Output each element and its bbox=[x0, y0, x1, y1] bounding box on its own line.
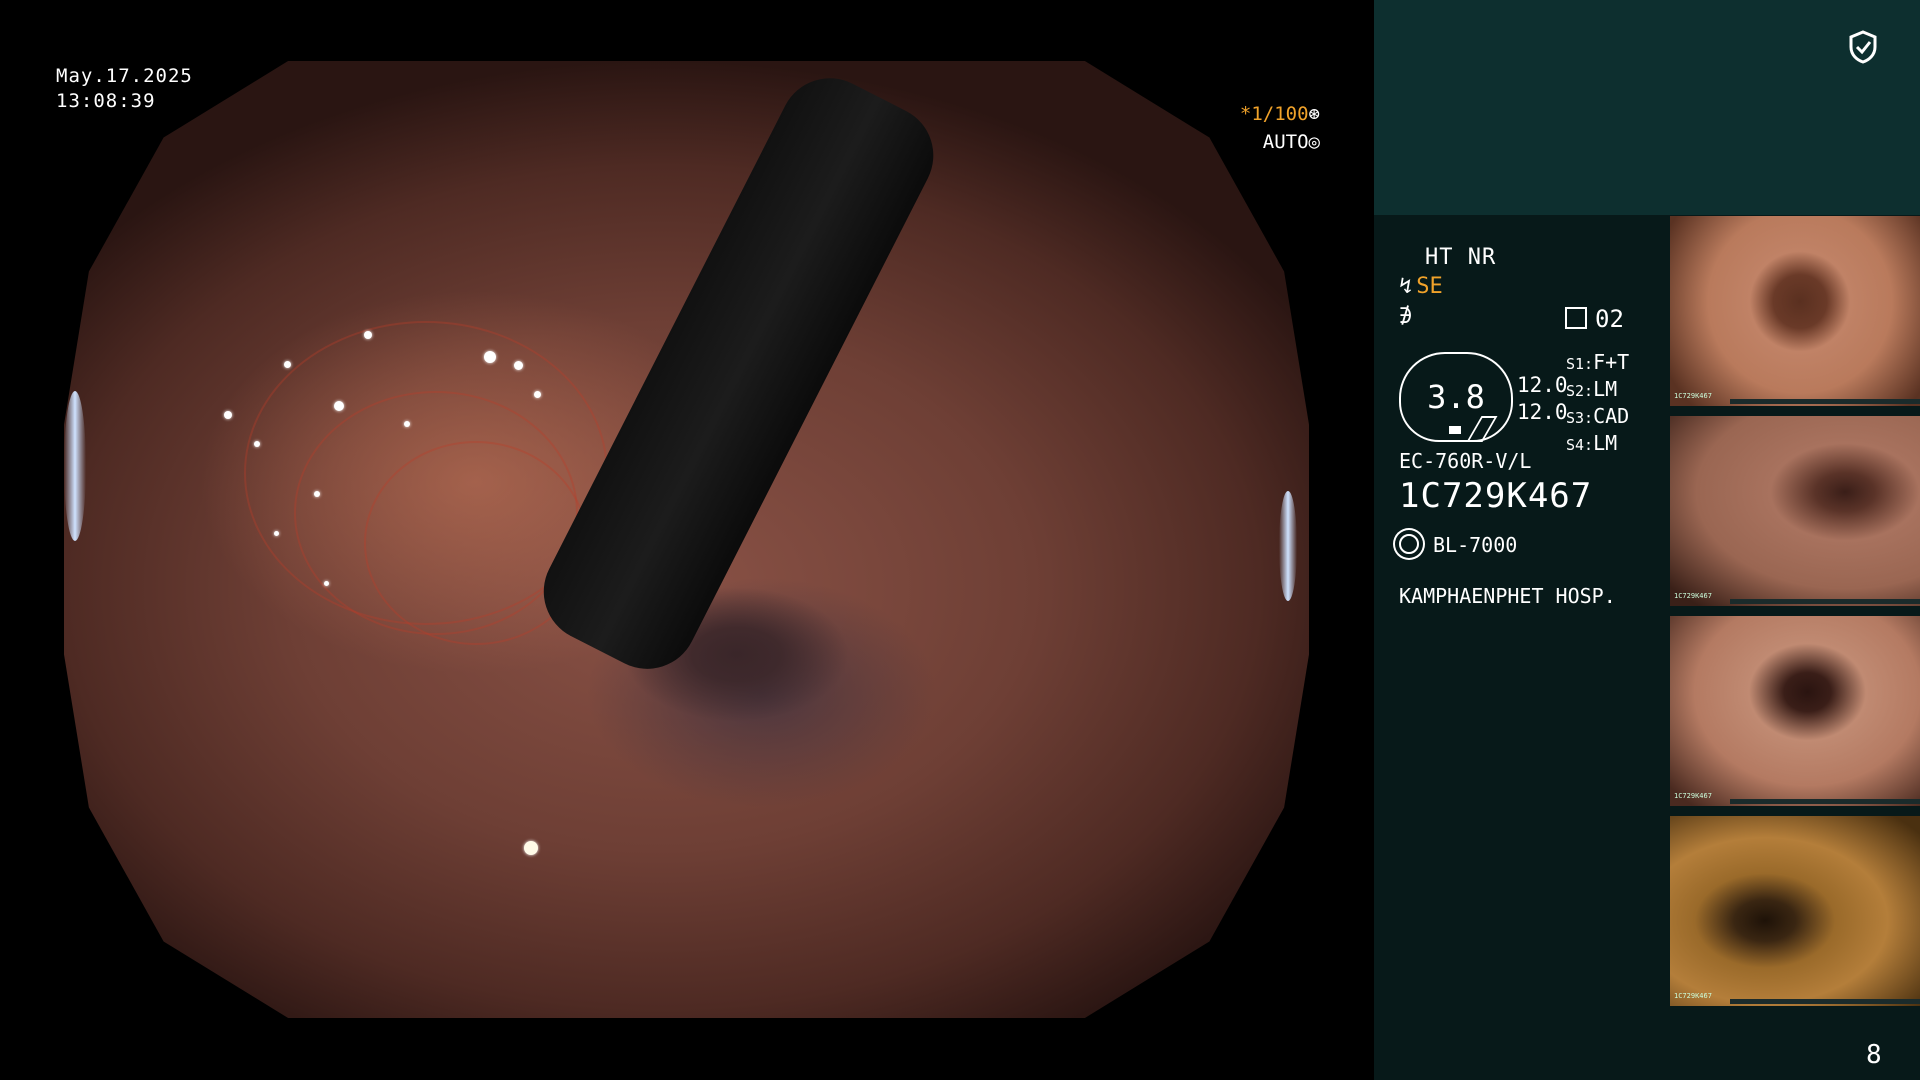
panel-header bbox=[1374, 0, 1920, 215]
scope-model: EC-760R-V/L bbox=[1399, 449, 1532, 473]
thumbnail-1[interactable]: 1C729K467 bbox=[1670, 216, 1920, 406]
gauge-marker bbox=[1449, 426, 1461, 434]
sun-icon bbox=[1399, 534, 1419, 554]
shield-check-icon bbox=[1849, 30, 1877, 64]
light-source-label: BL-7000 bbox=[1433, 533, 1518, 557]
se-indicator: ↯ SE bbox=[1399, 274, 1443, 299]
thumbnail-label: 1C729K467 bbox=[1674, 792, 1712, 800]
aperture-icon: ⊛ bbox=[1308, 103, 1320, 125]
thumbnail-label: 1C729K467 bbox=[1674, 392, 1712, 400]
light-source: BL-7000 bbox=[1399, 533, 1517, 557]
s-setting: S1:F+T bbox=[1566, 350, 1630, 374]
s-setting: S2:LM bbox=[1566, 377, 1618, 401]
endoscopy-screen: May.17.2025 13:08:39 *1/100⊛ AUTO◎ HT NR… bbox=[0, 0, 1920, 1080]
se-label: SE bbox=[1416, 274, 1443, 299]
scope-tip-icon: ↯ bbox=[1399, 274, 1413, 299]
s-settings-list: S1:F+T S2:LM S3:CAD S4:LM bbox=[1566, 350, 1629, 458]
mode-label: HT NR bbox=[1425, 245, 1497, 270]
gauge-secondary: 12.0 12.0 bbox=[1517, 372, 1568, 426]
thumbnail-label: 1C729K467 bbox=[1674, 992, 1712, 1000]
thumbnail-4[interactable]: 1C729K467 bbox=[1670, 816, 1920, 1006]
sequence-counter: 02 bbox=[1565, 305, 1624, 333]
thumbnail-2[interactable]: 1C729K467 bbox=[1670, 416, 1920, 606]
scope-serial: 1C729K467 bbox=[1399, 476, 1593, 516]
thumbnail-label: 1C729K467 bbox=[1674, 592, 1712, 600]
sequence-num: 02 bbox=[1595, 305, 1624, 333]
page-number: 8 bbox=[1866, 1040, 1882, 1070]
shutter-speed: *1/100 bbox=[1239, 103, 1309, 125]
gauge-sub1: 12.0 bbox=[1517, 373, 1568, 397]
s-setting: S3:CAD bbox=[1566, 404, 1630, 428]
gauge-value: 3.8 bbox=[1427, 378, 1485, 416]
memory-icon bbox=[1565, 307, 1587, 329]
date-text: May.17.2025 bbox=[56, 65, 193, 87]
hospital-name: KAMPHAENPHET HOSP. bbox=[1399, 584, 1616, 608]
exposure-mode: AUTO bbox=[1262, 131, 1309, 153]
gauge-sub2: 12.0 bbox=[1517, 400, 1568, 424]
freeze-icon: ∌ bbox=[1399, 304, 1413, 329]
thumbnail-3[interactable]: 1C729K467 bbox=[1670, 616, 1920, 806]
s-setting: S4:LM bbox=[1566, 431, 1618, 455]
iris-icon: ◎ bbox=[1308, 131, 1320, 153]
datetime-readout: May.17.2025 13:08:39 bbox=[56, 64, 193, 114]
exposure-readout: *1/100⊛ AUTO◎ bbox=[1240, 100, 1320, 156]
time-text: 13:08:39 bbox=[56, 90, 156, 112]
